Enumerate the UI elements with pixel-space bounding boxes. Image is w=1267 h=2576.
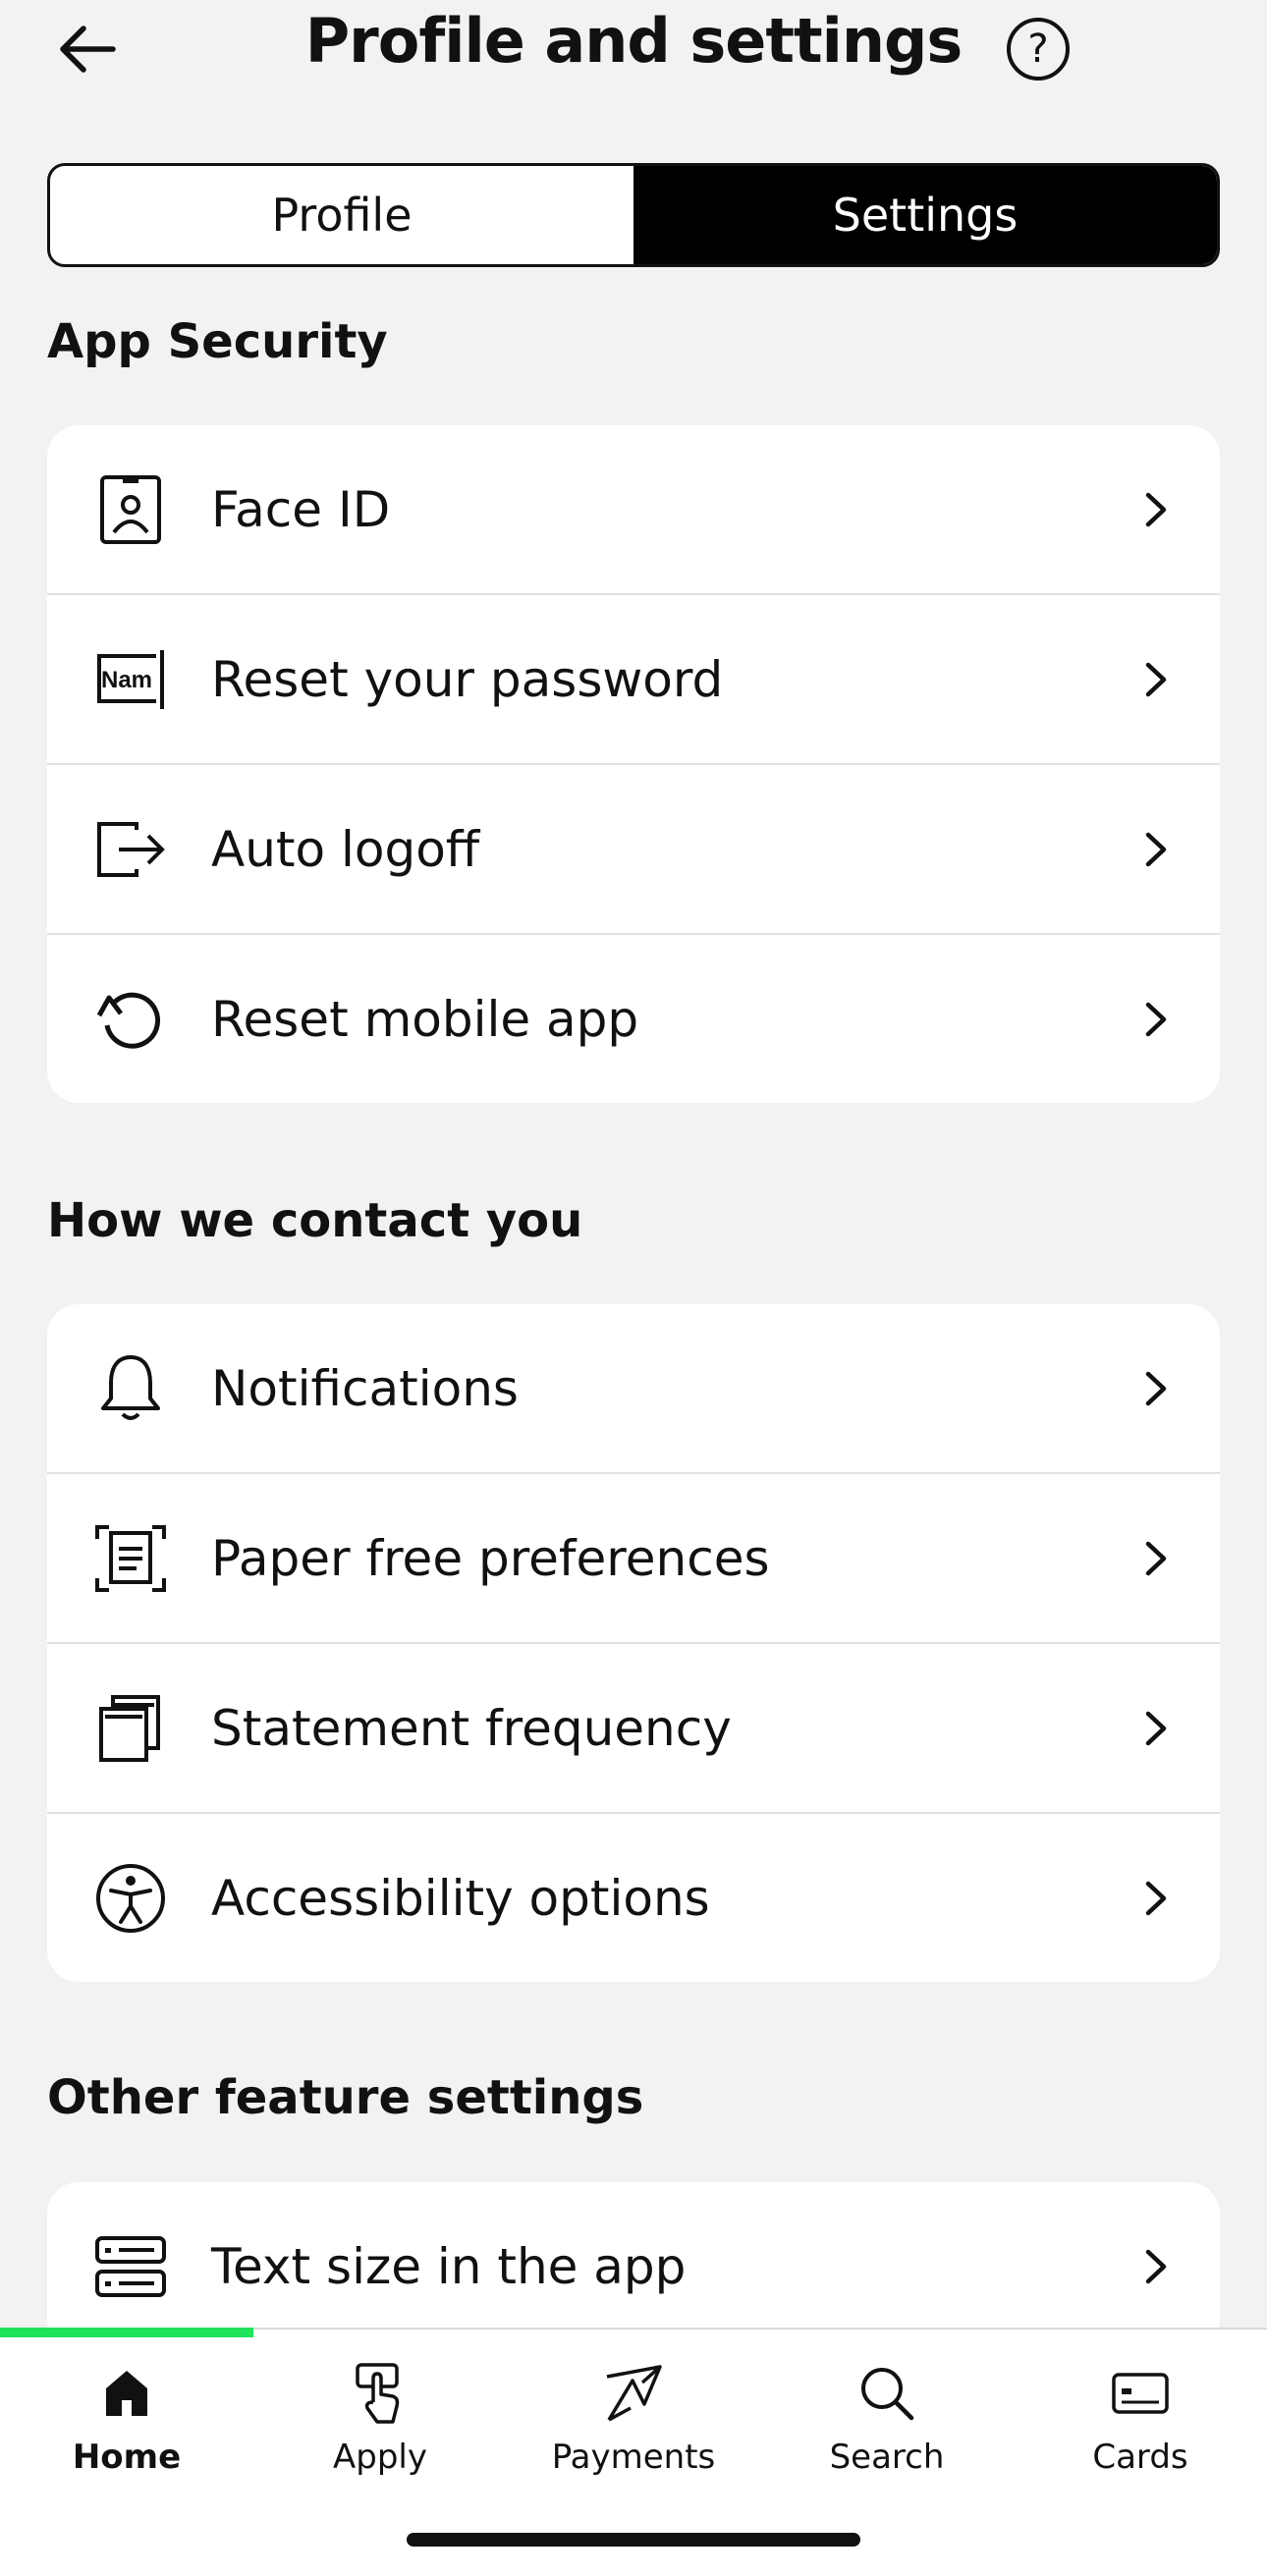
notifications-row[interactable]: Notifications (47, 1304, 1220, 1474)
search-icon (861, 2368, 914, 2421)
header: Profile and settings ? (0, 0, 1267, 98)
tab-label: Payments (551, 2438, 716, 2477)
chevron-right-icon (1145, 662, 1167, 696)
apply-icon (356, 2363, 400, 2424)
tab-settings[interactable]: Settings (634, 166, 1217, 264)
tab-label: Search (829, 2438, 945, 2477)
row-label: Statement frequency (211, 1699, 732, 1757)
accessibility-icon (96, 1863, 165, 1933)
tab-cards[interactable]: Cards (1014, 2359, 1267, 2477)
tab-payments[interactable]: Payments (507, 2359, 760, 2477)
other-card: Text size in the app (47, 2182, 1220, 2350)
chevron-right-icon (1145, 1881, 1167, 1915)
tab-label: Cards (1092, 2438, 1188, 2477)
profile-settings-toggle: Profile Settings (47, 163, 1220, 267)
section-title-app-security: App Security (47, 314, 388, 369)
tab-progress-indicator (0, 2328, 253, 2337)
chevron-right-icon (1145, 2249, 1167, 2283)
chevron-right-icon (1145, 832, 1167, 866)
tab-search[interactable]: Search (760, 2359, 1014, 2477)
text-size-row[interactable]: Text size in the app (47, 2182, 1220, 2350)
row-label: Notifications (211, 1359, 519, 1417)
auto-logoff-row[interactable]: Auto logoff (47, 765, 1220, 935)
row-label: Text size in the app (211, 2237, 687, 2295)
tab-home[interactable]: Home (0, 2359, 253, 2477)
payments-icon (606, 2365, 662, 2422)
row-label: Accessibility options (211, 1869, 710, 1927)
section-title-other: Other feature settings (47, 2070, 644, 2125)
chevron-right-icon (1145, 1541, 1167, 1575)
paper-free-icon (95, 1524, 166, 1592)
row-label: Reset your password (211, 650, 724, 708)
password-icon-text: Nam (101, 667, 152, 693)
contact-card: Notifications Paper free preferences Sta… (47, 1304, 1220, 1982)
section-title-contact: How we contact you (47, 1193, 583, 1248)
chevron-right-icon (1145, 1371, 1167, 1405)
logout-icon (97, 821, 165, 877)
help-button[interactable]: ? (1007, 18, 1070, 81)
row-label: Reset mobile app (211, 990, 639, 1048)
home-icon (106, 2371, 147, 2416)
app-security-card: Face ID Nam Reset your password Auto log… (47, 425, 1220, 1103)
card-icon (1112, 2373, 1169, 2414)
tab-apply[interactable]: Apply (253, 2359, 507, 2477)
chevron-right-icon (1145, 492, 1167, 526)
row-label: Auto logoff (211, 820, 480, 878)
home-indicator[interactable] (407, 2533, 860, 2547)
tab-label: Home (72, 2438, 182, 2477)
help-icon: ? (1027, 27, 1049, 72)
chevron-right-icon (1145, 1711, 1167, 1745)
row-label: Face ID (211, 480, 391, 538)
tab-label: Apply (333, 2438, 427, 2477)
statements-icon (99, 1694, 160, 1762)
text-size-icon (95, 2235, 166, 2297)
page-title: Profile and settings (304, 5, 964, 77)
reset-icon (96, 992, 160, 1049)
bell-icon (101, 1354, 160, 1420)
statement-frequency-row[interactable]: Statement frequency (47, 1644, 1220, 1814)
face-id-icon (100, 474, 161, 544)
face-id-row[interactable]: Face ID (47, 425, 1220, 595)
chevron-right-icon (1145, 1002, 1167, 1036)
row-label: Paper free preferences (211, 1529, 770, 1587)
tab-profile[interactable]: Profile (50, 166, 634, 264)
reset-password-row[interactable]: Nam Reset your password (47, 595, 1220, 765)
accessibility-row[interactable]: Accessibility options (47, 1814, 1220, 1982)
reset-mobile-app-row[interactable]: Reset mobile app (47, 935, 1220, 1103)
paper-free-row[interactable]: Paper free preferences (47, 1474, 1220, 1644)
password-field-icon: Nam (97, 649, 164, 709)
